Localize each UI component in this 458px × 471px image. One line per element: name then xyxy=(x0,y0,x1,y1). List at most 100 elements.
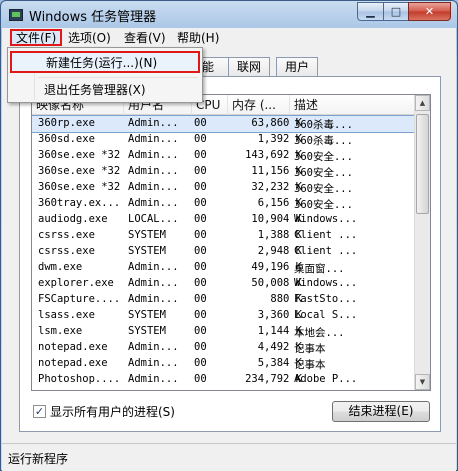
cell-description: Client ... xyxy=(294,245,358,257)
vertical-scrollbar[interactable]: ▲ ▼ xyxy=(414,95,430,390)
title-bar[interactable]: Windows 任务管理器 ▁ □ ✕ xyxy=(1,1,457,28)
cell-image-name: explorer.exe xyxy=(38,277,114,289)
cell-description: FastSto... xyxy=(294,293,358,305)
cell-cpu: 00 xyxy=(194,373,207,385)
cell-image-name: 360se.exe *32 xyxy=(38,181,121,193)
tab-networking-label: 联网 xyxy=(237,60,262,74)
cell-memory: 32,232 K xyxy=(251,181,302,193)
cell-user-name: Admin... xyxy=(128,357,179,369)
status-text: 运行新程序 xyxy=(8,452,69,466)
process-list[interactable]: 映像名称 用户名 CPU 内存 (... 描述 360rp.exe Admin..… xyxy=(31,94,431,391)
column-header-description[interactable]: 描述 xyxy=(290,95,416,115)
cell-image-name: csrss.exe xyxy=(38,245,95,257)
cell-user-name: Admin... xyxy=(128,117,179,129)
cell-cpu: 00 xyxy=(194,245,207,257)
table-row[interactable]: csrss.exe SYSTEM 00 1,388 K Client ... xyxy=(32,228,416,244)
cell-memory: 11,156 K xyxy=(251,165,302,177)
cell-user-name: SYSTEM xyxy=(128,325,166,337)
process-rows: 360rp.exe Admin... 00 63,860 K 360杀毒... 360sd… xyxy=(32,115,417,388)
close-icon: ✕ xyxy=(424,5,435,18)
cell-description: 记事本 xyxy=(294,343,326,355)
cell-image-name: notepad.exe xyxy=(38,341,108,353)
task-manager-app-icon xyxy=(9,9,23,21)
cell-memory: 10,904 K xyxy=(251,213,302,225)
cell-image-name: lsm.exe xyxy=(38,325,83,337)
table-row[interactable]: FSCapture.... Admin... 00 880 K FastSto... xyxy=(32,292,416,308)
caption-buttons: ▁ □ ✕ xyxy=(357,2,451,21)
menu-options[interactable]: 选项(O) xyxy=(64,30,115,47)
cell-description: 360安全... xyxy=(294,167,353,179)
menu-file[interactable]: 文件(F) xyxy=(10,29,63,46)
maximize-icon: □ xyxy=(390,5,402,18)
tab-performance-label: 能 xyxy=(202,60,215,74)
menu-view[interactable]: 查看(V) xyxy=(120,30,170,47)
cell-user-name: Admin... xyxy=(128,165,179,177)
cell-cpu: 00 xyxy=(194,309,207,321)
table-row[interactable]: notepad.exe Admin... 00 4,492 K 记事本 xyxy=(32,340,416,356)
close-button[interactable]: ✕ xyxy=(408,2,451,21)
minimize-button[interactable]: ▁ xyxy=(357,2,383,21)
cell-user-name: Admin... xyxy=(128,197,179,209)
cell-image-name: 360se.exe *32 xyxy=(38,165,121,177)
cell-user-name: SYSTEM xyxy=(128,229,166,241)
cell-cpu: 00 xyxy=(194,197,207,209)
table-row[interactable]: 360se.exe *32 Admin... 00 32,232 K 360安全... xyxy=(32,180,416,196)
tab-users[interactable]: 用户 xyxy=(276,57,319,77)
cell-description: 桌面窗... xyxy=(294,263,345,275)
scrollbar-thumb[interactable] xyxy=(416,114,429,214)
cell-image-name: FSCapture.... xyxy=(38,293,121,305)
cell-image-name: audiodg.exe xyxy=(38,213,108,225)
table-row[interactable]: explorer.exe Admin... 00 50,008 K Windows... xyxy=(32,276,416,292)
tab-networking[interactable]: 联网 xyxy=(228,57,271,77)
table-row[interactable]: notepad.exe Admin... 00 5,384 K 记事本 xyxy=(32,356,416,372)
scroll-down-arrow-icon[interactable]: ▼ xyxy=(415,374,430,390)
window-title: Windows 任务管理器 xyxy=(29,10,157,25)
show-all-users-option[interactable]: ✓ 显示所有用户的进程(S) xyxy=(33,403,175,419)
show-all-users-checkbox[interactable]: ✓ xyxy=(33,404,46,418)
maximize-button[interactable]: □ xyxy=(383,2,408,21)
menu-item-exit[interactable]: 退出任务管理器(X) xyxy=(10,80,200,102)
table-row[interactable]: dwm.exe Admin... 00 49,196 K 桌面窗... xyxy=(32,260,416,276)
cell-memory: 1,144 K xyxy=(257,325,302,337)
table-row[interactable]: 360se.exe *32 Admin... 00 143,692 K 360安全... xyxy=(32,148,416,164)
cell-cpu: 00 xyxy=(194,117,207,129)
cell-description: 本地会... xyxy=(294,327,345,339)
cell-description: 360杀毒... xyxy=(294,119,353,131)
cell-image-name: lsass.exe xyxy=(38,309,95,321)
menu-separator xyxy=(38,77,198,78)
table-row[interactable]: 360tray.ex... Admin... 00 6,156 K 360安全... xyxy=(32,196,416,212)
cell-memory: 4,492 K xyxy=(257,341,302,353)
table-row[interactable]: Photoshop.... Admin... 00 234,792 K Adobe P.… xyxy=(32,372,416,388)
table-row[interactable]: 360se.exe *32 Admin... 00 11,156 K 360安全... xyxy=(32,164,416,180)
cell-description: 360安全... xyxy=(294,151,353,163)
tab-users-label: 用户 xyxy=(285,60,310,74)
cell-memory: 50,008 K xyxy=(251,277,302,289)
scroll-up-arrow-icon[interactable]: ▲ xyxy=(415,95,430,111)
table-row[interactable]: lsm.exe SYSTEM 00 1,144 K 本地会... xyxy=(32,324,416,340)
table-row[interactable]: csrss.exe SYSTEM 00 2,948 K Client ... xyxy=(32,244,416,260)
cell-cpu: 00 xyxy=(194,229,207,241)
cell-cpu: 00 xyxy=(194,181,207,193)
table-row[interactable]: 360rp.exe Admin... 00 63,860 K 360杀毒... xyxy=(32,115,417,133)
menu-help[interactable]: 帮助(H) xyxy=(173,30,223,47)
table-row[interactable]: 360sd.exe Admin... 00 1,392 K 360杀毒... xyxy=(32,132,416,148)
cell-memory: 234,792 K xyxy=(245,373,302,385)
table-row[interactable]: lsass.exe SYSTEM 00 3,360 K Local S... xyxy=(32,308,416,324)
column-header-memory[interactable]: 内存 (... xyxy=(228,95,290,115)
menu-item-new-task[interactable]: 新建任务(运行...)(N) xyxy=(10,51,200,73)
cell-user-name: Admin... xyxy=(128,261,179,273)
cell-user-name: Admin... xyxy=(128,277,179,289)
table-row[interactable]: audiodg.exe LOCAL... 00 10,904 K Windows... xyxy=(32,212,416,228)
cell-cpu: 00 xyxy=(194,325,207,337)
cell-user-name: Admin... xyxy=(128,149,179,161)
cell-image-name: 360rp.exe xyxy=(38,117,95,129)
cell-image-name: 360sd.exe xyxy=(38,133,95,145)
cell-image-name: 360se.exe *32 xyxy=(38,149,121,161)
cell-image-name: notepad.exe xyxy=(38,357,108,369)
file-menu-dropdown: 新建任务(运行...)(N) 退出任务管理器(X) xyxy=(7,47,203,103)
cell-description: 360杀毒... xyxy=(294,135,353,147)
end-process-button[interactable]: 结束进程(E) xyxy=(332,401,430,422)
cell-description: Client ... xyxy=(294,229,358,241)
cell-user-name: Admin... xyxy=(128,133,179,145)
cell-cpu: 00 xyxy=(194,357,207,369)
